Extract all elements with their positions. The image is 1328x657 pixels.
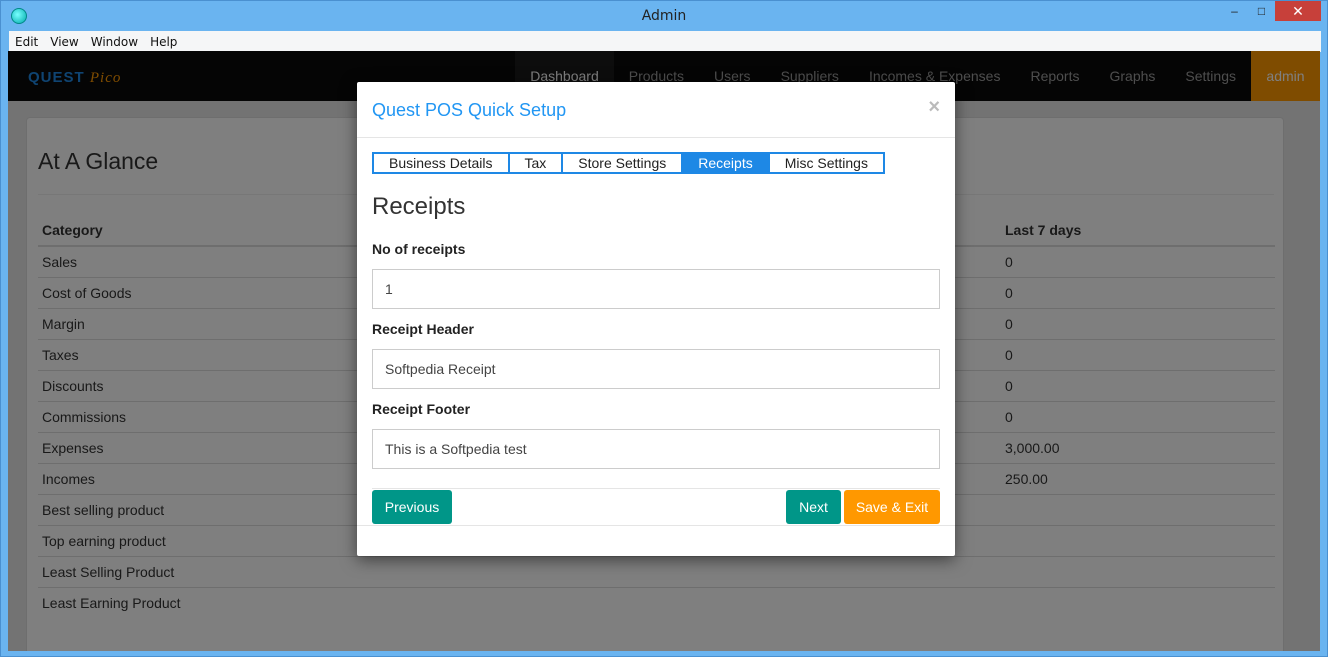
window-controls: – □ ✕ (1221, 1, 1321, 21)
no-of-receipts-input[interactable] (372, 269, 940, 309)
menu-window[interactable]: Window (85, 35, 144, 49)
close-button[interactable]: ✕ (1275, 1, 1321, 21)
divider (372, 488, 940, 489)
no-of-receipts-label: No of receipts (372, 241, 466, 257)
window-title: Admin (641, 8, 687, 24)
quick-setup-modal: Quest POS Quick Setup × Business Details… (357, 82, 955, 556)
menu-help[interactable]: Help (144, 35, 183, 49)
tab-store-settings[interactable]: Store Settings (561, 152, 684, 174)
menu-view[interactable]: View (44, 35, 84, 49)
section-title: Receipts (372, 193, 466, 220)
modal-close-icon[interactable]: × (928, 96, 940, 119)
previous-button[interactable]: Previous (372, 490, 452, 524)
tab-receipts[interactable]: Receipts (681, 152, 770, 174)
receipt-header-input[interactable] (372, 349, 940, 389)
setup-tabs: Business Details Tax Store Settings Rece… (372, 152, 885, 174)
divider (357, 525, 955, 526)
receipt-footer-input[interactable] (372, 429, 940, 469)
save-exit-button[interactable]: Save & Exit (844, 490, 940, 524)
modal-title: Quest POS Quick Setup (372, 100, 567, 120)
app-icon (11, 8, 27, 24)
next-button[interactable]: Next (786, 490, 841, 524)
receipt-header-label: Receipt Header (372, 321, 474, 337)
menu-edit[interactable]: Edit (9, 35, 44, 49)
minimize-button[interactable]: – (1221, 1, 1248, 21)
tab-business-details[interactable]: Business Details (372, 152, 510, 174)
tab-tax[interactable]: Tax (507, 152, 564, 174)
tab-misc-settings[interactable]: Misc Settings (767, 152, 885, 174)
title-bar[interactable]: Admin – □ ✕ (1, 1, 1327, 31)
modal-header: Quest POS Quick Setup × (357, 82, 955, 138)
receipt-footer-label: Receipt Footer (372, 401, 471, 417)
maximize-button[interactable]: □ (1248, 1, 1275, 21)
menu-bar: Edit View Window Help (9, 31, 1321, 52)
